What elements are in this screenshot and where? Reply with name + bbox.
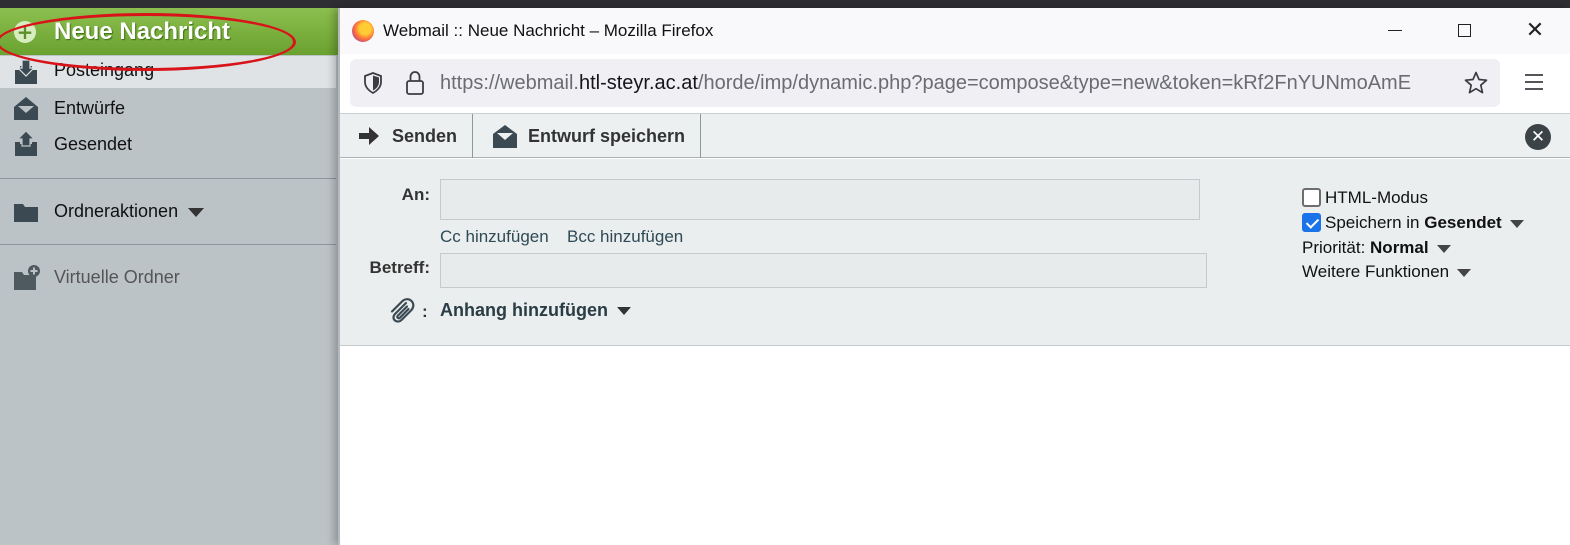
save-draft-label: Entwurf speichern [528,126,686,146]
sidebar-item-drafts[interactable]: Entwürfe [0,92,336,124]
folder-icon [14,204,38,222]
add-cc-link[interactable]: Cc hinzufügen [440,227,549,247]
minimize-button[interactable] [1360,8,1430,54]
close-compose-icon[interactable]: ✕ [1525,124,1551,150]
save-in-sent-checkbox[interactable] [1302,213,1321,232]
url-domain: htl-steyr.ac.at [578,72,698,94]
more-functions-label: Weitere Funktionen [1302,262,1450,281]
firefox-logo-icon [352,20,374,42]
chevron-down-icon [188,207,205,217]
sidebar-divider [0,178,336,179]
html-mode-toggle[interactable]: HTML-Modus [1302,188,1428,208]
html-mode-checkbox[interactable] [1302,188,1321,207]
compose-headers: An: Cc hinzufügen Bcc hinzufügen Betreff… [340,159,1570,346]
attach-colon: : [422,302,428,321]
chevron-down-icon [1457,268,1472,277]
priority-label: Priorität: [1302,238,1366,257]
save-draft-button[interactable]: Entwurf speichern [473,114,701,158]
url-path: /horde/imp/dynamic.php?page=compose&type… [697,72,1412,94]
to-label: An: [401,185,430,204]
sidebar-item-inbox[interactable]: Posteingang [0,56,336,88]
html-mode-label: HTML-Modus [1325,188,1428,207]
sent-icon [15,130,37,156]
chevron-down-icon [616,307,631,316]
address-bar[interactable]: https://webmail.htl-steyr.ac.at/horde/im… [350,59,1500,107]
drafts-icon [14,97,38,120]
sidebar-divider [0,244,336,245]
sidebar-item-sent[interactable]: Gesendet [0,128,336,160]
paperclip-icon [390,298,415,323]
to-input[interactable] [440,179,1200,220]
send-button[interactable]: Senden [340,114,473,158]
arrow-right-icon [359,127,379,145]
sidebar-item-label: Entwürfe [54,98,126,118]
maximize-icon [1458,24,1471,37]
url-prefix: https://webmail. [440,72,579,94]
maximize-button[interactable] [1430,8,1500,54]
subject-input[interactable] [440,253,1207,288]
save-folder-value: Gesendet [1424,213,1502,232]
add-bcc-link[interactable]: Bcc hinzufügen [567,227,683,247]
inbox-icon [15,59,37,84]
folder-add-icon [14,265,40,290]
save-in-label: Speichern in [1325,213,1425,232]
new-message-button[interactable]: + Neue Nachricht [0,8,340,55]
virtual-folders-label: Virtuelle Ordner [54,267,180,287]
virtual-folders-item[interactable]: Virtuelle Ordner [0,261,336,293]
priority-value: Normal [1370,238,1429,257]
window-titlebar: Webmail :: Neue Nachricht – Mozilla Fire… [340,8,1570,54]
drafts-icon [493,125,517,148]
add-attachment-label: Anhang hinzufügen [440,300,608,320]
folder-actions-text: Ordneraktionen [54,201,205,221]
folder-actions-label: Ordneraktionen [54,201,179,221]
chevron-down-icon [1436,244,1451,253]
minimize-icon [1388,30,1402,31]
message-body-editor[interactable] [340,347,1570,545]
chevron-down-icon[interactable] [1509,219,1524,228]
bookmark-star-icon[interactable] [1463,70,1489,96]
compose-window: Webmail :: Neue Nachricht – Mozilla Fire… [338,8,1570,545]
url-text[interactable]: https://webmail.htl-steyr.ac.at/horde/im… [440,72,1456,94]
send-label: Senden [392,126,458,146]
sidebar-item-label: Posteingang [54,60,155,80]
more-functions-menu[interactable]: Weitere Funktionen [1302,262,1472,282]
plus-icon: + [14,21,36,43]
close-window-button[interactable]: ✕ [1500,8,1570,54]
sidebar-item-label: Gesendet [54,134,133,154]
window-title: Webmail :: Neue Nachricht – Mozilla Fire… [383,21,714,40]
add-attachment-menu[interactable]: Anhang hinzufügen [440,300,631,320]
save-in-sent-toggle[interactable]: Speichern in Gesendet [1302,213,1524,233]
folder-actions-menu[interactable]: Ordneraktionen [0,195,336,227]
lock-icon[interactable] [404,70,426,96]
sidebar: + Neue Nachricht Posteingang Entwürfe Ge… [0,8,340,545]
hamburger-menu-icon[interactable] [1524,72,1544,92]
compose-toolbar: Senden Entwurf speichern ✕ [340,113,1570,158]
shield-icon[interactable] [362,71,384,95]
priority-selector[interactable]: Priorität: Normal [1302,238,1451,258]
new-message-label: Neue Nachricht [54,18,231,45]
subject-label: Betreff: [369,258,430,277]
